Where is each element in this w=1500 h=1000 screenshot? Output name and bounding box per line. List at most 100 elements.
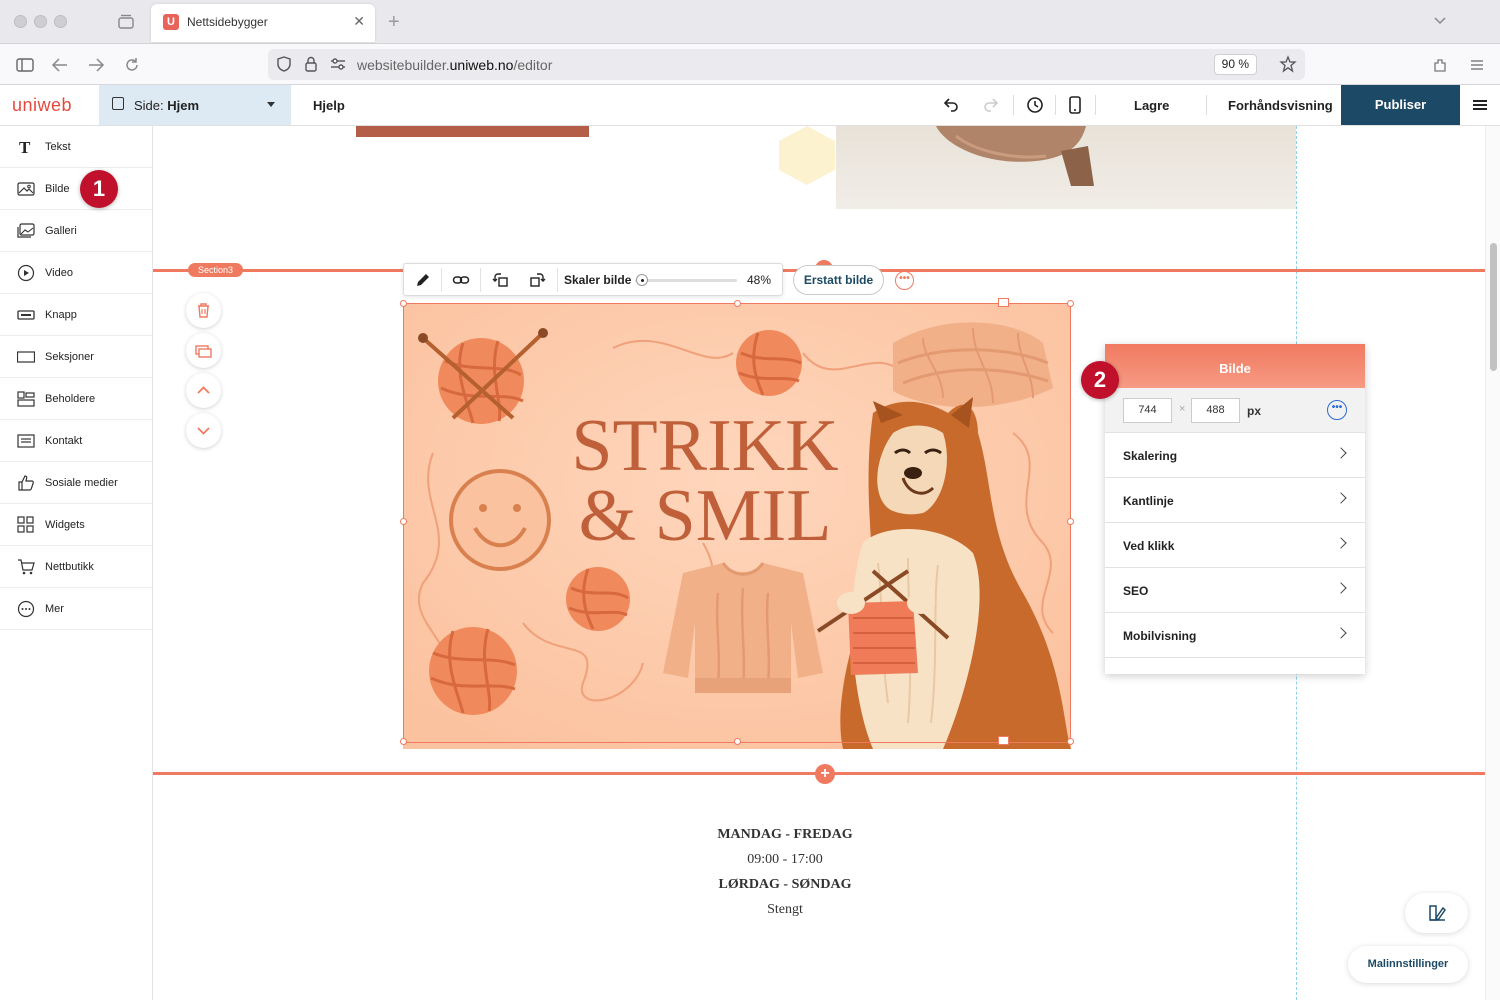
add-section-below-icon[interactable]: + [815, 764, 835, 784]
site-settings-icon[interactable] [329, 56, 347, 72]
sidebar-item-sosiale-medier[interactable]: Sosiale medier [0, 462, 152, 504]
sidebar-item-nettbutikk[interactable]: Nettbutikk [0, 546, 152, 588]
sidebar-item-label: Knapp [45, 309, 77, 321]
sidebar-item-beholdere[interactable]: Beholdere [0, 378, 152, 420]
hours-weekday-time: 09:00 - 17:00 [747, 852, 823, 867]
lock-icon[interactable] [303, 55, 319, 73]
scrollbar-thumb[interactable] [1490, 243, 1497, 371]
duplicate-icon [195, 345, 212, 358]
publish-button[interactable]: Publiser [1341, 85, 1460, 125]
panel-row-seo[interactable]: SEO [1105, 568, 1365, 613]
canvas-scrollbar[interactable] [1485, 126, 1500, 1000]
back-icon[interactable] [50, 55, 70, 75]
selected-image[interactable]: STRIKK & SMIL [403, 303, 1071, 749]
minimize-window-button[interactable] [34, 15, 47, 28]
browser-tab[interactable]: U Nettsidebygger ✕ [151, 4, 375, 42]
url-text[interactable]: websitebuilder.uniweb.no/editor [357, 57, 552, 73]
undo-icon[interactable] [940, 95, 960, 115]
bookmark-star-icon[interactable] [1279, 55, 1297, 73]
resize-handle-bottom[interactable] [734, 738, 741, 745]
panel-row-label: Ved klikk [1123, 539, 1175, 553]
resize-handle-top-right[interactable] [1067, 300, 1074, 307]
shield-icon[interactable] [275, 55, 293, 73]
image-title-line2: & SMIL [579, 475, 832, 557]
resize-handle-bottom-left[interactable] [400, 738, 407, 745]
crop-handle-bottom[interactable] [998, 736, 1009, 745]
help-link[interactable]: Hjelp [313, 98, 345, 113]
sidebar-item-knapp[interactable]: Knapp [0, 294, 152, 336]
container-icon [17, 391, 35, 407]
delete-section-button[interactable] [186, 293, 221, 328]
save-button[interactable]: Lagre [1134, 98, 1169, 113]
video-icon [17, 264, 35, 282]
edit-pencil-icon[interactable] [414, 271, 432, 289]
sidebar-item-widgets[interactable]: Widgets [0, 504, 152, 546]
design-tools-button[interactable] [1405, 893, 1468, 933]
opening-hours: MANDAG - FREDAG 09:00 - 17:00 LØRDAG - S… [635, 822, 935, 922]
panel-row-kantlinje[interactable]: Kantlinje [1105, 478, 1365, 523]
sidebar-item-mer[interactable]: Mer [0, 588, 152, 630]
link-icon[interactable] [452, 271, 470, 289]
resize-handle-right[interactable] [1067, 518, 1074, 525]
reload-icon[interactable] [122, 55, 142, 75]
move-section-up-button[interactable] [186, 373, 221, 408]
sidebar-item-tekst[interactable]: T Tekst [0, 126, 152, 168]
page-selector[interactable]: Side: Hjem [99, 85, 291, 125]
size-more-options-icon[interactable]: ••• [1327, 400, 1347, 420]
panel-row-label: Mobilvisning [1123, 629, 1197, 643]
hamburger-menu-icon[interactable] [1473, 100, 1487, 110]
tab-list-chevron-icon[interactable] [1432, 12, 1448, 28]
element-sidebar: T Tekst Bilde Galleri Video Knapp Seksjo… [0, 126, 153, 1000]
panel-row-ved-klikk[interactable]: Ved klikk [1105, 523, 1365, 568]
close-window-button[interactable] [14, 15, 27, 28]
new-tab-icon[interactable]: + [388, 11, 400, 34]
hours-weekend-label: LØRDAG - SØNDAG [718, 877, 852, 892]
panel-row-mobilvisning[interactable]: Mobilvisning [1105, 613, 1365, 658]
sidebar-toggle-icon[interactable] [15, 55, 35, 75]
preview-button[interactable]: Forhåndsvisning [1228, 98, 1333, 113]
sidebar-item-seksjoner[interactable]: Seksjoner [0, 336, 152, 378]
image-properties-panel: Bilde 744 × 488 px ••• Skalering Kantlin… [1105, 344, 1365, 674]
mobile-view-icon[interactable] [1065, 95, 1085, 115]
crop-handle-top[interactable] [998, 298, 1009, 307]
previous-section-button-fragment [356, 126, 589, 137]
resize-handle-top-left[interactable] [400, 300, 407, 307]
tab-overview-icon[interactable] [116, 12, 136, 32]
close-tab-icon[interactable]: ✕ [353, 13, 365, 30]
redo-icon[interactable] [982, 95, 1002, 115]
rotate-right-icon[interactable] [528, 271, 546, 289]
history-clock-icon[interactable] [1025, 95, 1045, 115]
replace-image-button[interactable]: Erstatt bilde [793, 265, 884, 295]
address-bar[interactable]: websitebuilder.uniweb.no/editor 90 % [268, 49, 1305, 80]
svg-text:T: T [19, 138, 31, 156]
resize-handle-bottom-right[interactable] [1067, 738, 1074, 745]
section-tag[interactable]: Section3 [188, 263, 244, 277]
sidebar-item-video[interactable]: Video [0, 252, 152, 294]
image-height-field[interactable]: 488 [1191, 398, 1240, 423]
sidebar-item-label: Beholdere [45, 393, 96, 405]
duplicate-section-button[interactable] [186, 333, 221, 368]
smiley-face [449, 469, 551, 571]
move-section-down-button[interactable] [186, 413, 221, 448]
zoom-level-badge[interactable]: 90 % [1213, 54, 1257, 75]
scale-image-slider[interactable] [635, 274, 737, 286]
forward-icon[interactable] [86, 55, 106, 75]
resize-handle-left[interactable] [400, 518, 407, 525]
menu-icon[interactable] [1467, 55, 1487, 75]
extensions-icon[interactable] [1430, 55, 1450, 75]
sidebar-item-galleri[interactable]: Galleri [0, 210, 152, 252]
slider-handle[interactable] [636, 274, 648, 286]
more-icon [17, 600, 35, 618]
sidebar-item-kontakt[interactable]: Kontakt [0, 420, 152, 462]
sidebar-item-bilde[interactable]: Bilde [0, 168, 152, 210]
panel-row-skalering[interactable]: Skalering [1105, 433, 1365, 478]
resize-handle-top[interactable] [734, 300, 741, 307]
sidebar-item-label: Galleri [45, 225, 77, 237]
zoom-window-button[interactable] [54, 15, 67, 28]
image-width-field[interactable]: 744 [1123, 398, 1172, 423]
toolbar-divider [441, 268, 442, 292]
rotate-left-icon[interactable] [492, 271, 510, 289]
size-unit: px [1247, 404, 1262, 418]
template-settings-button[interactable]: Malinnstillinger [1348, 946, 1468, 983]
more-options-icon[interactable]: ••• [895, 271, 914, 290]
